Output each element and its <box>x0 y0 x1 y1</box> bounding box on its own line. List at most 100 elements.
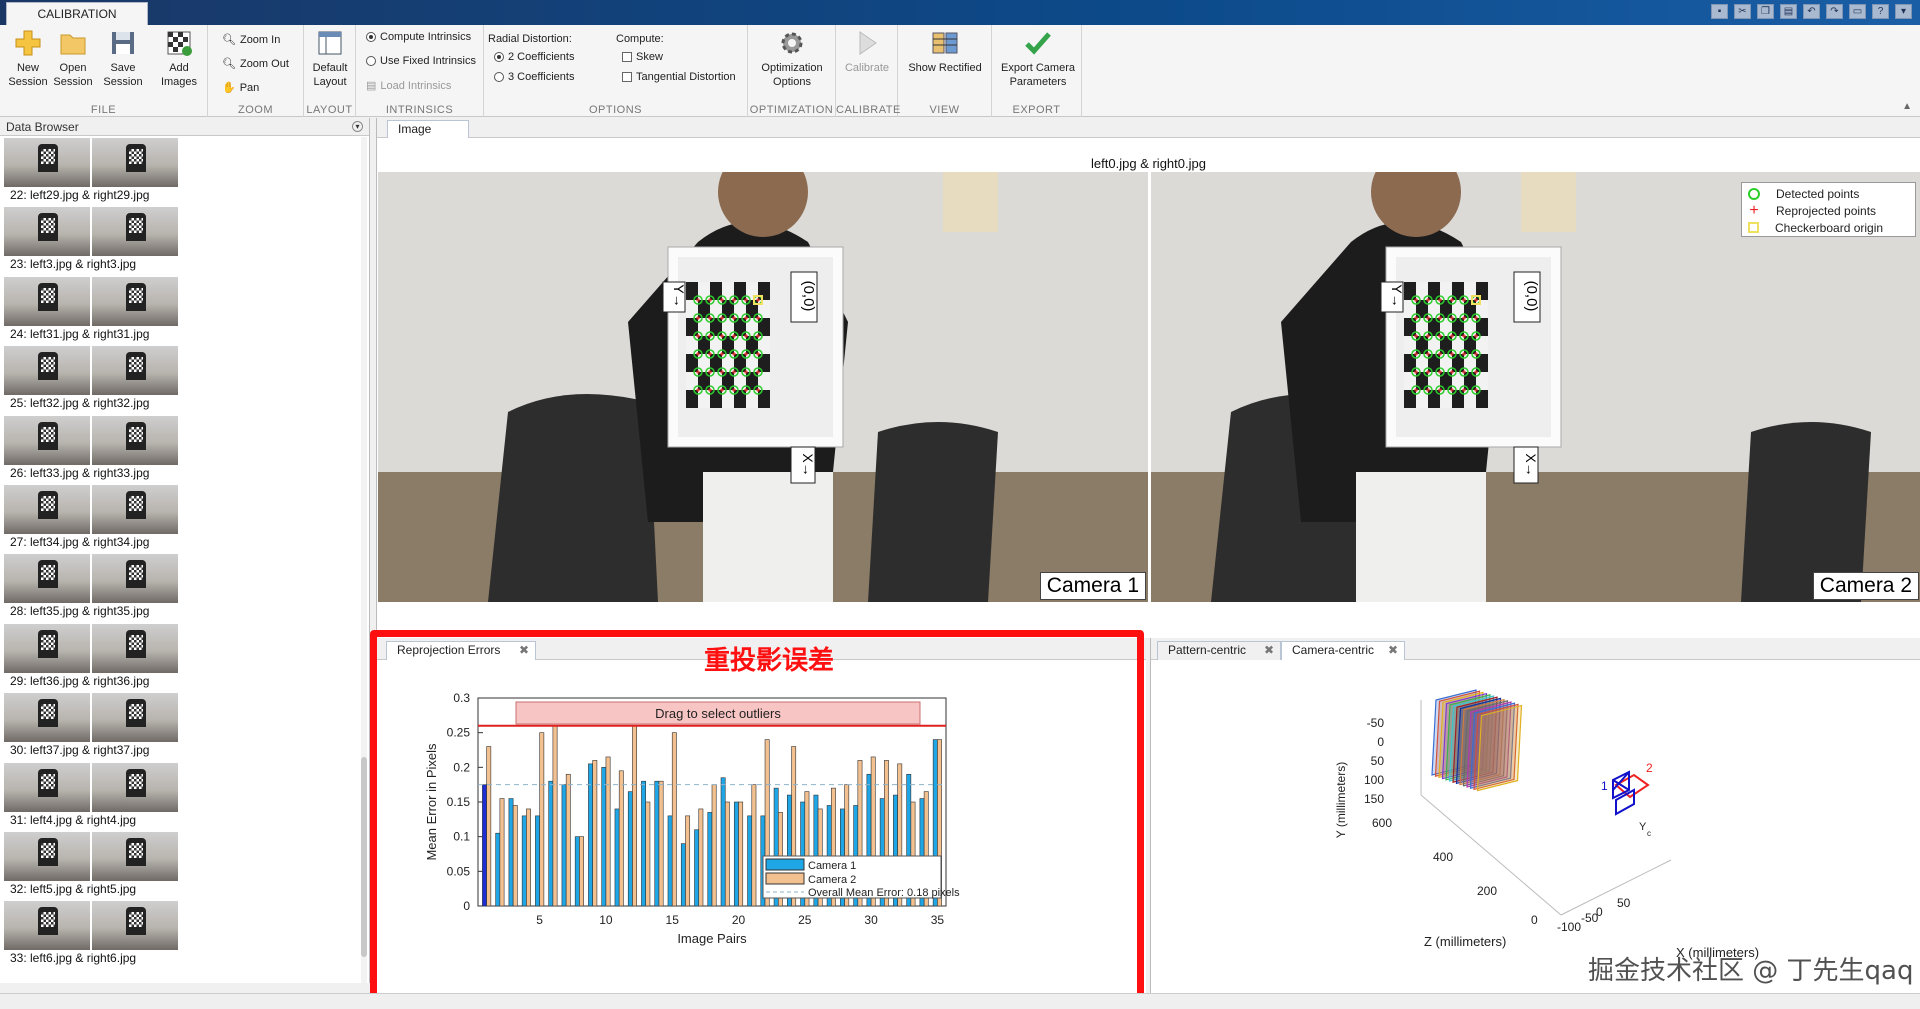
load-intrinsics-button[interactable]: ▤ Load Intrinsics <box>366 79 451 93</box>
checker-square <box>1476 300 1488 318</box>
checker-square <box>1416 336 1428 354</box>
zoom-out-button[interactable]: 🔍︎ Zoom Out <box>222 57 289 71</box>
bar-camera2[interactable] <box>526 808 531 907</box>
bar-camera2[interactable] <box>632 725 637 907</box>
tangential-checkbox[interactable]: Tangential Distortion <box>622 71 736 83</box>
bar-camera1[interactable] <box>495 832 501 907</box>
bar-camera1[interactable] <box>707 812 713 907</box>
add-images-button[interactable]: Add Images <box>154 29 204 89</box>
layout-icon[interactable]: ▭ <box>1849 4 1866 19</box>
copy-icon[interactable]: ❐ <box>1757 4 1774 19</box>
save-icon[interactable]: ▪ <box>1711 4 1728 19</box>
bar-camera1[interactable] <box>654 780 660 907</box>
data-browser-scrollbar[interactable] <box>361 137 367 983</box>
data-browser-item[interactable]: 30: left37.jpg & right37.jpg <box>0 692 360 761</box>
paste-icon[interactable]: ▤ <box>1780 4 1797 19</box>
bar-camera1[interactable] <box>747 815 753 907</box>
new-session-button[interactable]: New Session <box>3 29 53 89</box>
bar-camera1[interactable] <box>588 763 593 907</box>
bar-camera1[interactable] <box>614 808 620 907</box>
cut-icon[interactable]: ✂ <box>1734 4 1751 19</box>
data-browser-item[interactable]: 28: left35.jpg & right35.jpg <box>0 553 360 622</box>
options-icon[interactable]: ▾ <box>352 121 363 132</box>
default-layout-button[interactable]: Default Layout <box>305 29 355 89</box>
collapse-ribbon-icon[interactable]: ▲ <box>1902 101 1912 112</box>
bar-camera1[interactable] <box>680 843 686 907</box>
bar-camera1[interactable] <box>627 791 633 907</box>
export-camera-parameters-button[interactable]: Export Camera Parameters <box>998 29 1078 89</box>
bar-camera1[interactable] <box>521 815 527 907</box>
bar-camera2[interactable] <box>698 808 704 907</box>
bar-camera2[interactable] <box>671 732 677 907</box>
bar-camera1[interactable] <box>548 780 554 907</box>
bar-camera2[interactable] <box>539 732 545 907</box>
bar-camera2[interactable] <box>658 780 664 907</box>
two-coefficients-radio[interactable]: 2 Coefficients <box>494 51 574 63</box>
data-browser-item[interactable]: 32: left5.jpg & right5.jpg <box>0 831 360 900</box>
checker-square <box>1416 354 1428 372</box>
bar-camera1[interactable] <box>601 767 607 907</box>
bar-camera2[interactable] <box>618 770 624 907</box>
bar-camera2[interactable] <box>724 801 730 907</box>
tab-image[interactable]: Image <box>387 120 469 138</box>
calibrate-button[interactable]: Calibrate <box>842 29 892 75</box>
redo-icon[interactable]: ↷ <box>1826 4 1843 19</box>
data-browser-item[interactable]: 26: left33.jpg & right33.jpg <box>0 415 360 484</box>
close-icon[interactable]: ✖ <box>1388 642 1398 659</box>
three-coefficients-radio[interactable]: 3 Coefficients <box>494 71 574 83</box>
bar-camera2[interactable] <box>552 725 558 907</box>
bar-camera1[interactable] <box>720 777 726 907</box>
data-browser-item[interactable]: 31: left4.jpg & right4.jpg <box>0 762 360 831</box>
camera-centric-plot[interactable]: -50 0 50 100 150 Y (millimeters) 600 400… <box>1151 660 1920 993</box>
bar-camera1[interactable] <box>508 798 514 907</box>
bar-camera1[interactable] <box>733 801 739 907</box>
open-session-button[interactable]: Open Session <box>48 29 98 89</box>
data-browser-item[interactable]: 24: left31.jpg & right31.jpg <box>0 276 360 345</box>
close-icon[interactable]: ✖ <box>519 642 529 659</box>
tab-calibration[interactable]: CALIBRATION <box>6 2 148 25</box>
bar-camera2[interactable] <box>605 756 611 907</box>
reprojection-chart[interactable]: 0 0.05 0.1 0.15 0.2 0.25 0.3 5 10 15 20 25 30 35 Image… <box>376 660 1146 993</box>
zoom-in-button[interactable]: 🔍︎ Zoom In <box>222 33 280 47</box>
bar-camera2[interactable] <box>499 798 505 907</box>
fixed-intrinsics-radio[interactable]: Use Fixed Intrinsics <box>366 55 476 67</box>
bar-camera1[interactable] <box>482 784 487 907</box>
bar-camera2[interactable] <box>738 801 744 907</box>
bar-camera2[interactable] <box>592 760 598 907</box>
bar-camera2[interactable] <box>645 801 651 907</box>
pan-button[interactable]: ✋ Pan <box>222 81 259 95</box>
help-icon[interactable]: ? <box>1872 4 1889 19</box>
bar-camera2[interactable] <box>751 784 757 907</box>
close-icon[interactable]: ✖ <box>1264 642 1274 659</box>
skew-checkbox[interactable]: Skew <box>622 51 663 63</box>
bar-camera1[interactable] <box>561 784 567 907</box>
bar-camera2[interactable] <box>711 784 717 907</box>
bar-camera2[interactable] <box>486 746 492 907</box>
tab-reprojection-errors[interactable]: Reprojection Errors ✖ <box>386 641 536 660</box>
save-session-button[interactable]: Save Session <box>98 29 148 89</box>
data-browser-item[interactable]: 22: left29.jpg & right29.jpg <box>0 137 360 206</box>
legend-camera1: Camera 1 <box>808 860 856 872</box>
show-rectified-button[interactable]: Show Rectified <box>904 29 986 75</box>
data-browser-item[interactable]: 33: left6.jpg & right6.jpg <box>0 900 360 969</box>
data-browser-item[interactable]: 23: left3.jpg & right3.jpg <box>0 206 360 275</box>
bar-camera2[interactable] <box>512 805 518 907</box>
bar-camera1[interactable] <box>574 836 580 907</box>
bar-camera2[interactable] <box>579 836 584 907</box>
bar-camera1[interactable] <box>694 829 700 907</box>
bar-camera1[interactable] <box>535 815 540 907</box>
bar-camera1[interactable] <box>667 815 673 907</box>
menu-icon[interactable]: ▾ <box>1895 4 1912 19</box>
bar-camera2[interactable] <box>685 815 691 907</box>
optimization-options-button[interactable]: Optimization Options <box>756 29 828 89</box>
bar-camera2[interactable] <box>565 773 571 907</box>
compute-intrinsics-radio[interactable]: Compute Intrinsics <box>366 31 471 43</box>
bar-camera1[interactable] <box>641 780 647 907</box>
data-browser-item[interactable]: 29: left36.jpg & right36.jpg <box>0 623 360 692</box>
data-browser-item[interactable]: 25: left32.jpg & right32.jpg <box>0 345 360 414</box>
undo-icon[interactable]: ↶ <box>1803 4 1820 19</box>
tab-camera-centric[interactable]: Camera-centric ✖ <box>1281 641 1405 660</box>
data-browser-item[interactable]: 27: left34.jpg & right34.jpg <box>0 484 360 553</box>
tab-pattern-centric[interactable]: Pattern-centric ✖ <box>1157 641 1281 660</box>
checkerboard-plane[interactable] <box>1476 704 1523 792</box>
